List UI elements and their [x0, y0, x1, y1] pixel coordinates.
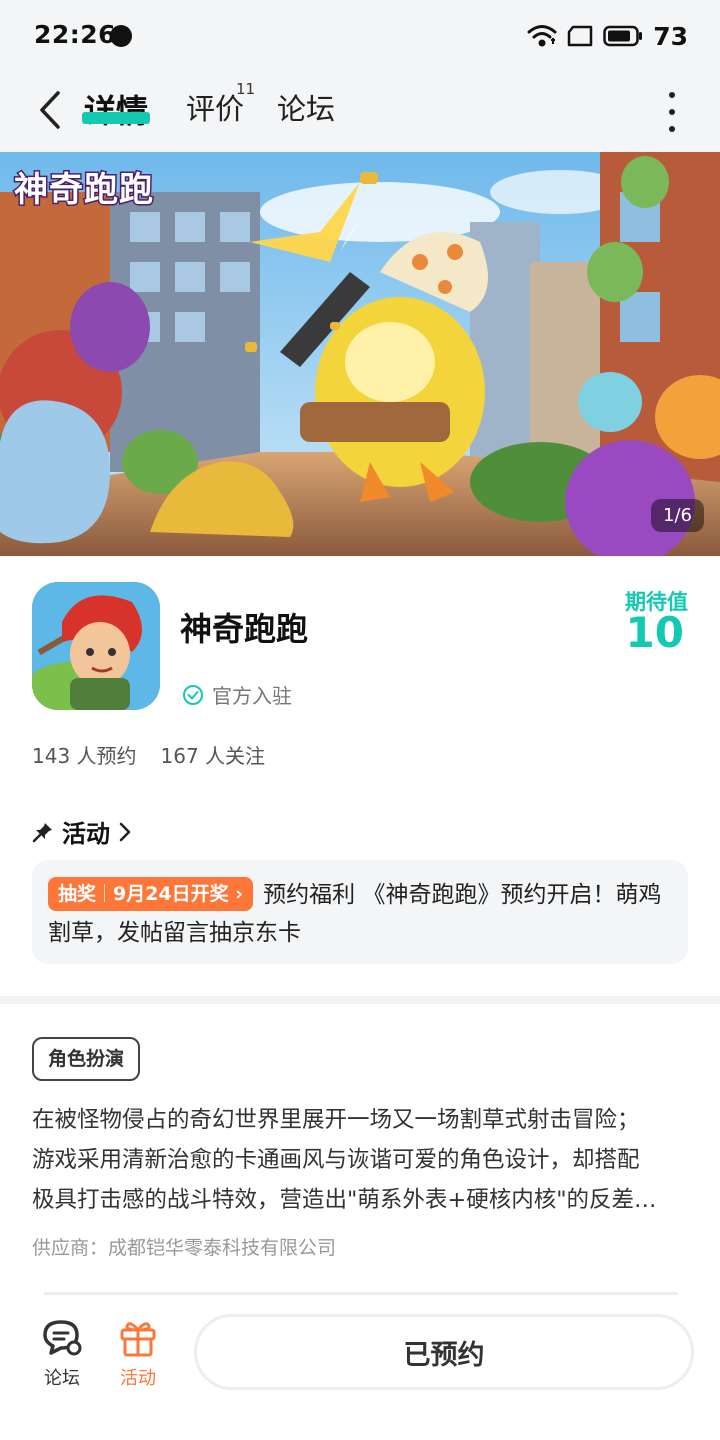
bottom-forum-label: 论坛	[44, 1368, 80, 1389]
tab-detail[interactable]: 详情	[84, 86, 148, 132]
lottery-badge-date: 9月24日开奖	[113, 883, 229, 905]
notification-dot-icon	[110, 25, 132, 47]
chevron-right-icon	[119, 822, 131, 841]
bottom-activity-label: 活动	[120, 1368, 156, 1389]
lottery-badge-label: 抽奖	[58, 883, 97, 905]
chevron-left-icon	[40, 91, 60, 129]
status-bar: 22:26 73	[0, 0, 720, 72]
follower-count: 167 人关注	[160, 744, 266, 768]
status-icons: 73	[527, 20, 688, 52]
banner-artwork	[0, 152, 720, 556]
pin-icon	[32, 822, 52, 842]
reserved-button[interactable]: 已预约	[194, 1314, 694, 1390]
active-tab-indicator	[82, 112, 150, 124]
review-count-badge: 11	[236, 80, 256, 98]
stats-row: 143 人预约 167 人关注	[32, 740, 265, 769]
app-icon	[32, 582, 160, 710]
supplier-info: 供应商：成都铠华零泰科技有限公司	[32, 1237, 337, 1259]
app-name: 神奇跑跑	[180, 610, 309, 648]
expect-value: 10	[625, 608, 684, 657]
wifi-icon	[527, 25, 557, 47]
description-line: 在被怪物侵占的奇幻世界里展开一场又一场割草式射击冒险；	[32, 1107, 640, 1133]
game-description[interactable]: 在被怪物侵占的奇幻世界里展开一场又一场割草式射击冒险； 游戏采用清新治愈的卡通画…	[32, 1100, 688, 1220]
more-vertical-icon[interactable]	[660, 90, 684, 134]
tab-forum[interactable]: 论坛	[277, 86, 335, 128]
screenshot-carousel[interactable]: 神奇跑跑 1/6	[0, 152, 720, 556]
banner-game-logo: 神奇跑跑	[13, 169, 155, 212]
status-time: 22:26	[34, 20, 117, 49]
official-label: 官方入驻	[212, 684, 292, 708]
screen-icon	[567, 25, 593, 47]
bottom-divider	[44, 1292, 678, 1295]
battery-icon	[603, 25, 643, 47]
activity-card[interactable]: 抽奖 9月24日开奖 › 预约福利 《神奇跑跑》预约开启！萌鸡割草，发帖留言抽京东卡	[32, 860, 688, 964]
battery-level: 73	[653, 21, 688, 51]
back-button[interactable]	[30, 86, 70, 134]
official-badge: 官方入驻	[182, 680, 292, 709]
bottom-activity-button[interactable]: 活动	[108, 1318, 168, 1390]
check-circle-icon	[183, 684, 203, 705]
forum-chat-icon	[43, 1320, 82, 1356]
reservation-count: 143 人预约	[32, 744, 137, 768]
description-line: 游戏采用清新治愈的卡通画风与诙谐可爱的角色设计，却搭配	[32, 1147, 640, 1173]
activity-section-header[interactable]: 活动	[32, 814, 132, 849]
genre-tag[interactable]: 角色扮演	[32, 1037, 141, 1081]
carousel-counter: 1/6	[651, 499, 704, 532]
bottom-forum-button[interactable]: 论坛	[32, 1318, 92, 1390]
activity-title: 活动	[62, 820, 110, 848]
gift-icon	[120, 1322, 156, 1357]
section-divider	[0, 996, 720, 1004]
lottery-badge: 抽奖 9月24日开奖 ›	[48, 877, 254, 911]
description-line: 极具打击感的战斗特效，营造出"萌系外表+硬核内核"的反差…	[32, 1187, 657, 1213]
